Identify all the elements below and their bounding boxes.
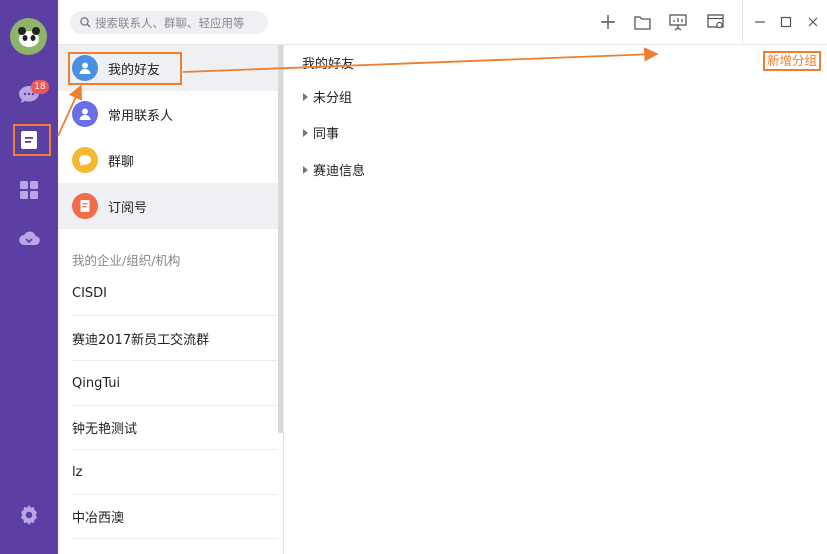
user-avatar[interactable] — [10, 18, 47, 55]
group-row[interactable]: 未分组 — [303, 87, 352, 106]
chat-bubble-icon — [72, 147, 98, 173]
org-item[interactable]: QingTui — [72, 361, 278, 406]
search-box[interactable]: 搜索联系人、群聊、轻应用等 — [70, 11, 268, 34]
search-icon — [80, 13, 91, 32]
contacts-highlight-box — [13, 124, 51, 156]
cloud-icon[interactable] — [17, 226, 41, 250]
person-icon — [72, 101, 98, 127]
list-scrollbar[interactable] — [278, 45, 283, 433]
folder-icon[interactable] — [632, 12, 652, 32]
top-bar: 搜索联系人、群聊、轻应用等 — [58, 0, 827, 45]
left-rail: 18 — [0, 0, 58, 554]
detail-pane: 我的好友 新增分组 未分组 同事 赛迪信息 — [285, 45, 827, 554]
my-friends-highlight-box — [68, 52, 182, 85]
expand-arrow-icon — [303, 128, 308, 137]
window-settings-icon[interactable] — [706, 12, 726, 32]
window-controls-divider — [742, 0, 743, 45]
presentation-icon[interactable] — [668, 12, 688, 32]
category-subscriptions[interactable]: 订阅号 — [58, 183, 278, 229]
category-group-chats[interactable]: 群聊 — [58, 137, 278, 183]
group-label: 赛迪信息 — [313, 164, 366, 179]
org-item[interactable]: 赛迪2017新员工交流群 — [72, 316, 278, 361]
close-icon[interactable] — [805, 14, 821, 30]
bookmark-icon — [72, 193, 98, 219]
org-item[interactable]: lz — [72, 450, 278, 495]
detail-title: 我的好友 — [302, 57, 355, 72]
category-label: 群聊 — [108, 154, 135, 170]
group-label: 同事 — [313, 127, 340, 142]
unread-badge: 18 — [31, 80, 49, 94]
add-icon[interactable] — [598, 12, 618, 32]
category-frequent-contacts[interactable]: 常用联系人 — [58, 91, 278, 137]
group-row[interactable]: 同事 — [303, 123, 339, 142]
expand-arrow-icon — [303, 92, 308, 101]
maximize-icon[interactable] — [778, 14, 794, 30]
category-label: 订阅号 — [108, 200, 148, 216]
minimize-icon[interactable] — [752, 14, 768, 30]
settings-icon[interactable] — [17, 503, 41, 527]
expand-arrow-icon — [303, 165, 308, 174]
apps-icon[interactable] — [17, 178, 41, 202]
contact-list-pane: 我的好友 常用联系人 群聊 订阅号 我的企业/组织/机构 CISDI 赛迪201… — [58, 45, 284, 554]
search-placeholder: 搜索联系人、群聊、轻应用等 — [95, 15, 245, 30]
org-section-header: 我的企业/组织/机构 — [72, 253, 181, 268]
add-group-button[interactable]: 新增分组 — [763, 51, 822, 71]
group-row[interactable]: 赛迪信息 — [303, 160, 365, 179]
category-label: 常用联系人 — [108, 108, 174, 124]
org-item[interactable]: CISDI — [72, 271, 278, 316]
group-label: 未分组 — [313, 91, 353, 106]
org-item[interactable]: 钟无艳测试 — [72, 405, 278, 450]
org-item[interactable]: 中冶西澳 — [72, 494, 278, 539]
